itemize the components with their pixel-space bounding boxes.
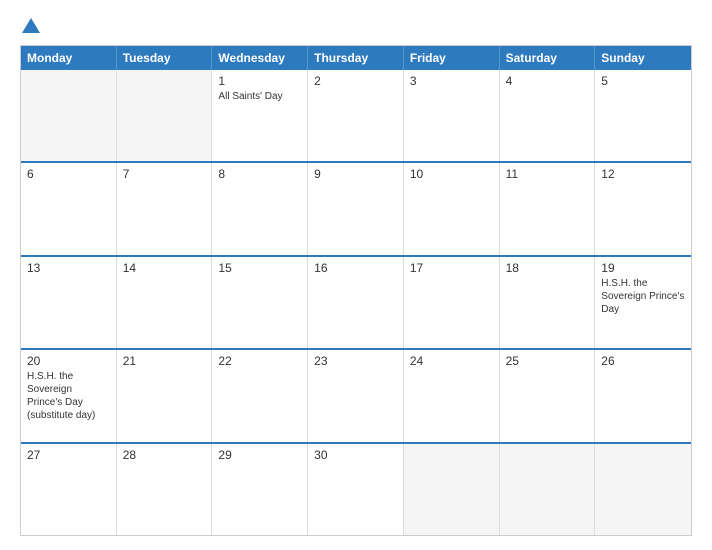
cal-cell: 28 — [117, 444, 213, 535]
header — [20, 18, 692, 35]
cal-cell: 23 — [308, 350, 404, 441]
cal-week-4: 20 H.S.H. the Sovereign Prince's Day (sub… — [21, 348, 691, 441]
cal-week-3: 13 14 15 16 17 18 19 H.S.H. the Sovereign Princ… — [21, 255, 691, 348]
day-number: 8 — [218, 167, 301, 181]
cal-cell: 7 — [117, 163, 213, 254]
logo — [20, 18, 40, 35]
cal-cell: 3 — [404, 70, 500, 161]
day-number: 1 — [218, 74, 301, 88]
cal-cell: 19 H.S.H. the Sovereign Prince's Day — [595, 257, 691, 348]
day-number: 5 — [601, 74, 685, 88]
cal-cell: 20 H.S.H. the Sovereign Prince's Day (sub… — [21, 350, 117, 441]
day-number: 7 — [123, 167, 206, 181]
cal-cell: 27 — [21, 444, 117, 535]
day-number: 17 — [410, 261, 493, 275]
cal-cell: 30 — [308, 444, 404, 535]
cal-week-2: 6789 10 11 12 — [21, 161, 691, 254]
day-number: 24 — [410, 354, 493, 368]
cal-cell: 17 — [404, 257, 500, 348]
cal-cell — [595, 444, 691, 535]
cal-cell: 6 — [21, 163, 117, 254]
calendar-header-row: MondayTuesdayWednesdayThursdayFridaySatu… — [21, 46, 691, 70]
cal-week-1: 1 All Saints' Day 2345 — [21, 70, 691, 161]
day-number: 12 — [601, 167, 685, 181]
day-number: 21 — [123, 354, 206, 368]
page: MondayTuesdayWednesdayThursdayFridaySatu… — [0, 0, 712, 550]
logo-triangle-icon — [22, 18, 40, 33]
day-number: 9 — [314, 167, 397, 181]
cal-cell: 13 — [21, 257, 117, 348]
cal-cell: 29 — [212, 444, 308, 535]
calendar: MondayTuesdayWednesdayThursdayFridaySatu… — [20, 45, 692, 536]
cal-week-5: 27 28 29 30 — [21, 442, 691, 535]
cal-cell: 11 — [500, 163, 596, 254]
cal-cell — [404, 444, 500, 535]
cal-cell: 8 — [212, 163, 308, 254]
day-number: 20 — [27, 354, 110, 368]
event-text: H.S.H. the Sovereign Prince's Day (subst… — [27, 370, 110, 422]
cal-cell — [117, 70, 213, 161]
day-number: 2 — [314, 74, 397, 88]
cal-header-saturday: Saturday — [500, 46, 596, 70]
day-number: 30 — [314, 448, 397, 462]
day-number: 3 — [410, 74, 493, 88]
cal-cell — [500, 444, 596, 535]
cal-cell: 16 — [308, 257, 404, 348]
day-number: 6 — [27, 167, 110, 181]
day-number: 26 — [601, 354, 685, 368]
cal-cell: 9 — [308, 163, 404, 254]
day-number: 4 — [506, 74, 589, 88]
cal-cell: 12 — [595, 163, 691, 254]
cal-cell: 4 — [500, 70, 596, 161]
day-number: 29 — [218, 448, 301, 462]
day-number: 27 — [27, 448, 110, 462]
cal-cell: 18 — [500, 257, 596, 348]
cal-cell: 2 — [308, 70, 404, 161]
calendar-body: 1All Saints' Day234567891011121314151617… — [21, 70, 691, 535]
cal-cell: 22 — [212, 350, 308, 441]
cal-header-thursday: Thursday — [308, 46, 404, 70]
day-number: 28 — [123, 448, 206, 462]
cal-header-tuesday: Tuesday — [117, 46, 213, 70]
cal-cell: 21 — [117, 350, 213, 441]
cal-cell: 10 — [404, 163, 500, 254]
day-number: 25 — [506, 354, 589, 368]
cal-header-wednesday: Wednesday — [212, 46, 308, 70]
cal-cell: 1 All Saints' Day — [212, 70, 308, 161]
day-number: 10 — [410, 167, 493, 181]
day-number: 15 — [218, 261, 301, 275]
day-number: 13 — [27, 261, 110, 275]
cal-cell — [21, 70, 117, 161]
cal-cell: 24 — [404, 350, 500, 441]
cal-cell: 14 — [117, 257, 213, 348]
event-text: All Saints' Day — [218, 90, 301, 103]
day-number: 23 — [314, 354, 397, 368]
day-number: 16 — [314, 261, 397, 275]
day-number: 22 — [218, 354, 301, 368]
day-number: 19 — [601, 261, 685, 275]
day-number: 18 — [506, 261, 589, 275]
day-number: 11 — [506, 167, 589, 181]
cal-header-sunday: Sunday — [595, 46, 691, 70]
cal-cell: 15 — [212, 257, 308, 348]
cal-cell: 26 — [595, 350, 691, 441]
day-number: 14 — [123, 261, 206, 275]
event-text: H.S.H. the Sovereign Prince's Day — [601, 277, 685, 316]
cal-cell: 5 — [595, 70, 691, 161]
cal-header-friday: Friday — [404, 46, 500, 70]
cal-header-monday: Monday — [21, 46, 117, 70]
cal-cell: 25 — [500, 350, 596, 441]
